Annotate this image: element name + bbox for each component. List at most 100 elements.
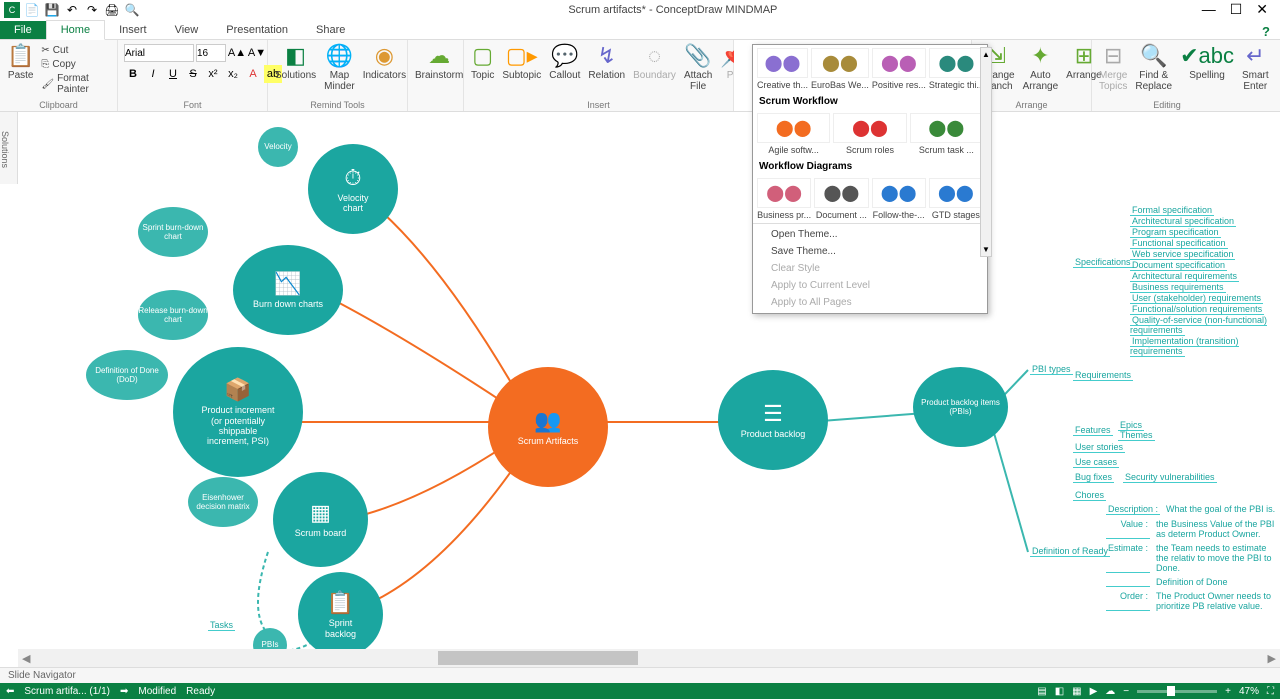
gallery-item[interactable]: ⬤⬤Positive res... bbox=[872, 48, 926, 90]
spec-item[interactable]: Implementation (transition) requirements bbox=[1130, 336, 1280, 356]
horizontal-scrollbar[interactable]: ◀ ▶ bbox=[18, 649, 1280, 667]
link-user-stories[interactable]: User stories bbox=[1073, 442, 1125, 452]
node-sprint-burndown[interactable]: Sprint burn-down chart bbox=[138, 207, 208, 257]
indicators-button[interactable]: ◉Indicators bbox=[360, 42, 409, 83]
qat-new[interactable]: 📄 bbox=[24, 2, 40, 18]
dor-row[interactable]: Value :the Business Value of the PBI as … bbox=[1106, 519, 1280, 539]
tab-share[interactable]: Share bbox=[302, 21, 359, 39]
node-velocity[interactable]: Velocity bbox=[258, 127, 298, 167]
zoom-out-button[interactable]: − bbox=[1123, 686, 1129, 697]
tab-presentation[interactable]: Presentation bbox=[212, 21, 302, 39]
close-button[interactable]: ✕ bbox=[1256, 1, 1268, 18]
font-name-select[interactable] bbox=[124, 44, 194, 62]
zoom-slider[interactable] bbox=[1137, 690, 1217, 693]
super-button[interactable]: x² bbox=[204, 65, 222, 83]
callout-button[interactable]: 💬Callout bbox=[546, 42, 583, 83]
merge-topics-button[interactable]: ⊟Merge Topics bbox=[1096, 42, 1130, 94]
solutions-sidebar-tab[interactable]: Solutions bbox=[0, 112, 18, 184]
subtopic-button[interactable]: ▢▸Subtopic bbox=[499, 42, 544, 83]
status-prev[interactable]: ⬅ bbox=[6, 686, 14, 697]
dor-row[interactable]: Description :What the goal of the PBI is… bbox=[1106, 504, 1280, 515]
link-features[interactable]: Features bbox=[1073, 425, 1113, 435]
link-chores[interactable]: Chores bbox=[1073, 490, 1106, 500]
scrollbar-thumb[interactable] bbox=[438, 651, 638, 665]
node-sprint-backlog[interactable]: 📋Sprint backlog bbox=[298, 572, 383, 649]
node-burndown-charts[interactable]: 📉Burn down charts bbox=[233, 245, 343, 335]
qat-undo[interactable]: ↶ bbox=[64, 2, 80, 18]
gallery-item[interactable]: ⬤⬤Follow-the-... bbox=[872, 178, 926, 220]
spec-item[interactable]: Business requirements bbox=[1130, 282, 1280, 292]
relation-button[interactable]: ↯Relation bbox=[585, 42, 628, 83]
underline-button[interactable]: U bbox=[164, 65, 182, 83]
link-tasks[interactable]: Tasks bbox=[208, 620, 235, 630]
bold-button[interactable]: B bbox=[124, 65, 142, 83]
node-dod[interactable]: Definition of Done (DoD) bbox=[86, 350, 168, 400]
gallery-item[interactable]: ⬤⬤Business pr... bbox=[757, 178, 811, 220]
qat-redo[interactable]: ↷ bbox=[84, 2, 100, 18]
shrink-font-button[interactable]: A▼ bbox=[248, 44, 266, 62]
node-scrum-board[interactable]: ▦Scrum board bbox=[273, 472, 368, 567]
smart-enter-button[interactable]: ↵Smart Enter bbox=[1239, 42, 1272, 94]
link-sv[interactable]: Security vulnerabilities bbox=[1123, 472, 1217, 482]
spec-item[interactable]: Quality-of-service (non-functional) requ… bbox=[1130, 315, 1280, 335]
link-use-cases[interactable]: Use cases bbox=[1073, 457, 1119, 467]
status-view1[interactable]: ▤ bbox=[1037, 686, 1046, 697]
node-velocity-chart[interactable]: ⏱Velocity chart bbox=[308, 144, 398, 234]
zoom-in-button[interactable]: + bbox=[1225, 686, 1231, 697]
tab-home[interactable]: Home bbox=[46, 20, 105, 40]
open-theme-menuitem[interactable]: Open Theme... bbox=[753, 226, 987, 243]
link-dor[interactable]: Definition of Ready bbox=[1030, 546, 1110, 556]
gallery-scrollbar[interactable]: ▲▼ bbox=[980, 47, 992, 257]
status-view3[interactable]: ▦ bbox=[1072, 686, 1081, 697]
spec-item[interactable]: User (stakeholder) requirements bbox=[1130, 293, 1280, 303]
italic-button[interactable]: I bbox=[144, 65, 162, 83]
spec-item[interactable]: Architectural requirements bbox=[1130, 271, 1280, 281]
apply-all-menuitem[interactable]: Apply to All Pages bbox=[753, 294, 987, 311]
gallery-item[interactable]: ⬤⬤GTD stages bbox=[929, 178, 983, 220]
dor-row[interactable]: Order :The Product Owner needs to priori… bbox=[1106, 591, 1280, 611]
qat-print[interactable]: 🖨 bbox=[104, 2, 120, 18]
strike-button[interactable]: S bbox=[184, 65, 202, 83]
scroll-right-button[interactable]: ▶ bbox=[1264, 652, 1280, 665]
spec-item[interactable]: Program specification bbox=[1130, 227, 1280, 237]
solutions-button[interactable]: ◧Solutions bbox=[272, 42, 319, 83]
dor-row[interactable]: Estimate :the Team needs to estimate the… bbox=[1106, 543, 1280, 573]
minimize-button[interactable]: — bbox=[1202, 1, 1216, 18]
spec-item[interactable]: Document specification bbox=[1130, 260, 1280, 270]
sub-button[interactable]: x₂ bbox=[224, 65, 242, 83]
qat-preview[interactable]: 🔍 bbox=[124, 2, 140, 18]
spec-item[interactable]: Architectural specification bbox=[1130, 216, 1280, 226]
help-icon[interactable]: ? bbox=[1262, 24, 1270, 39]
scroll-left-button[interactable]: ◀ bbox=[18, 652, 34, 665]
gallery-item[interactable]: ⬤⬤Document ... bbox=[814, 178, 868, 220]
link-pbi-types[interactable]: PBI types bbox=[1030, 364, 1073, 374]
font-color-button[interactable]: A bbox=[244, 65, 262, 83]
gallery-item[interactable]: ⬤⬤Agile softw... bbox=[757, 113, 830, 155]
gallery-item[interactable]: ⬤⬤EuroBas We... bbox=[811, 48, 869, 90]
apply-level-menuitem[interactable]: Apply to Current Level bbox=[753, 277, 987, 294]
link-bug-fixes[interactable]: Bug fixes bbox=[1073, 472, 1114, 482]
map-minder-button[interactable]: 🌐Map Minder bbox=[321, 42, 358, 94]
node-scrum-artifacts[interactable]: 👥 Scrum Artifacts bbox=[488, 367, 608, 487]
spec-item[interactable]: Functional/solution requirements bbox=[1130, 304, 1280, 314]
node-eisenhower[interactable]: Eisenhower decision matrix bbox=[188, 477, 258, 527]
zoom-fit-button[interactable]: ⛶ bbox=[1267, 686, 1274, 697]
format-painter-button[interactable]: 🖌 Format Painter bbox=[39, 72, 113, 96]
attach-file-button[interactable]: 📎Attach File bbox=[681, 42, 715, 94]
spec-item[interactable]: Formal specification bbox=[1130, 205, 1280, 215]
copy-button[interactable]: ⎘ Copy bbox=[39, 58, 113, 71]
node-product-increment[interactable]: 📦Product increment (or potentially shipp… bbox=[173, 347, 303, 477]
spec-item[interactable]: Functional specification bbox=[1130, 238, 1280, 248]
spec-item[interactable]: Web service specification bbox=[1130, 249, 1280, 259]
node-pbis[interactable]: Product backlog items (PBIs) bbox=[913, 367, 1008, 447]
find-replace-button[interactable]: 🔍Find & Replace bbox=[1132, 42, 1175, 94]
boundary-button[interactable]: ◌Boundary bbox=[630, 42, 679, 83]
tab-insert[interactable]: Insert bbox=[105, 21, 161, 39]
feature-item[interactable]: Themes bbox=[1118, 430, 1155, 440]
gallery-item[interactable]: ⬤⬤Scrum task ... bbox=[910, 113, 983, 155]
save-theme-menuitem[interactable]: Save Theme... bbox=[753, 243, 987, 260]
qat-save[interactable]: 💾 bbox=[44, 2, 60, 18]
font-size-select[interactable] bbox=[196, 44, 226, 62]
feature-item[interactable]: Epics bbox=[1118, 420, 1155, 430]
gallery-item[interactable]: ⬤⬤Strategic thi... bbox=[929, 48, 984, 90]
